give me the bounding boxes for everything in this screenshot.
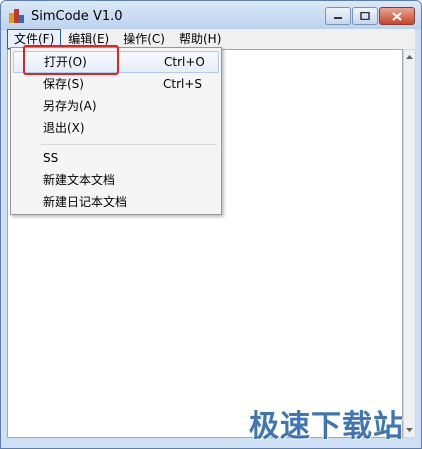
menu-separator — [41, 144, 217, 145]
watermark-logo: 极速下载站 — [249, 409, 404, 444]
menu-save-label: 保存(S) — [43, 77, 84, 91]
menu-save[interactable]: 保存(S) Ctrl+S — [13, 73, 219, 95]
menu-new-diary-doc[interactable]: 新建日记本文档 — [13, 191, 219, 213]
menu-new-text-doc[interactable]: 新建文本文档 — [13, 169, 219, 191]
scroll-down-button[interactable] — [404, 423, 415, 437]
menu-exit-label: 退出(X) — [43, 121, 85, 135]
menu-save-as[interactable]: 另存为(A) — [13, 95, 219, 117]
minimize-icon — [334, 17, 342, 19]
scroll-down-icon — [406, 428, 413, 432]
minimize-button[interactable] — [325, 7, 351, 25]
maximize-icon — [360, 12, 370, 20]
menu-exit[interactable]: 退出(X) — [13, 117, 219, 139]
close-icon — [392, 11, 402, 21]
close-button[interactable] — [379, 7, 415, 25]
menu-save-as-label: 另存为(A) — [43, 99, 97, 113]
scroll-up-icon — [406, 55, 413, 59]
app-icon — [9, 9, 24, 23]
menu-open-shortcut: Ctrl+O — [164, 55, 205, 69]
menu-new-text-doc-label: 新建文本文档 — [43, 173, 116, 187]
highlight-annotation-box — [23, 45, 119, 75]
vertical-scrollbar[interactable] — [403, 49, 416, 438]
title-bar[interactable]: SimCode V1.0 — [1, 1, 421, 29]
menu-ss[interactable]: SS — [13, 147, 219, 169]
maximize-button[interactable] — [352, 7, 378, 25]
menu-new-diary-doc-label: 新建日记本文档 — [43, 195, 128, 209]
window-title: SimCode V1.0 — [31, 9, 123, 24]
app-window: SimCode V1.0 文件(F) 编辑(E) 操作(C) 帮助(H) 打开(… — [0, 0, 422, 449]
menu-help[interactable]: 帮助(H) — [172, 29, 228, 49]
menu-operation[interactable]: 操作(C) — [116, 29, 172, 49]
menu-save-shortcut: Ctrl+S — [163, 77, 203, 91]
menu-ss-label: SS — [43, 151, 59, 165]
scroll-up-button[interactable] — [404, 50, 415, 64]
caption-buttons — [324, 7, 415, 25]
